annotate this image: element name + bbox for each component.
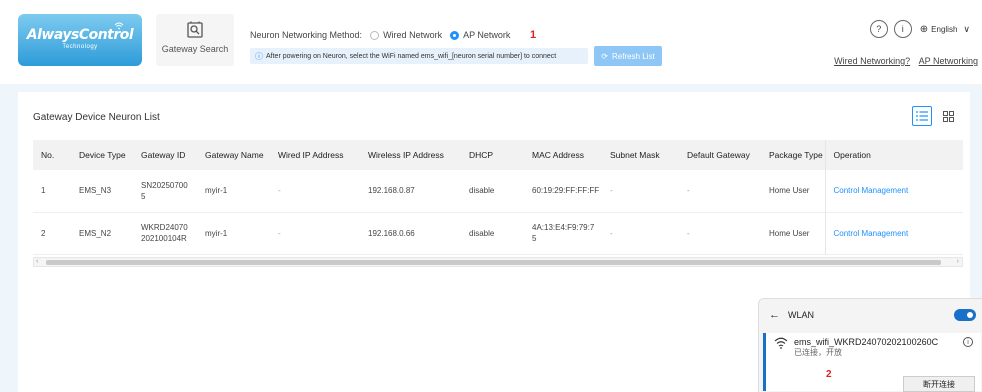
header-icons: ? i ⊕ English ∨ — [869, 20, 970, 38]
radio-ap-dot — [450, 30, 460, 40]
wlan-network-item[interactable]: ems_wifi_WKRD24070202100260C 已连接，开放 i 2 … — [763, 333, 981, 392]
col-default-gateway: Default Gateway — [679, 140, 761, 170]
cell-subnet: - — [602, 212, 679, 255]
view-toggle — [906, 106, 958, 126]
cell-device-type: EMS_N2 — [71, 212, 133, 255]
scroll-left-icon[interactable]: ‹ — [36, 258, 38, 265]
cell-gateway-id: WKRD24070 202100104R — [133, 212, 197, 255]
radio-ap-network[interactable]: AP Network — [450, 30, 510, 40]
col-dhcp: DHCP — [461, 140, 524, 170]
network-info-icon[interactable]: i — [963, 337, 973, 347]
cell-no: 1 — [33, 170, 71, 213]
cell-subnet: - — [602, 170, 679, 213]
scrollbar-thumb[interactable] — [46, 260, 941, 265]
refresh-icon: ⟳ — [601, 51, 608, 61]
list-view-icon[interactable] — [912, 106, 932, 126]
cell-default-gateway: - — [679, 212, 761, 255]
scroll-right-icon[interactable]: › — [957, 258, 959, 265]
col-no: No. — [33, 140, 71, 170]
help-icon[interactable]: ? — [869, 20, 888, 38]
networking-method: Neuron Networking Method: Wired Network … — [250, 30, 510, 40]
cell-operation: Control Management — [824, 212, 963, 255]
device-table: No. Device Type Gateway ID Gateway Name … — [33, 140, 963, 255]
globe-icon: ⊕ — [919, 23, 929, 35]
cell-mac: 60:19:29:FF:FF:FF — [524, 170, 602, 213]
cell-wireless-ip: 192.168.0.87 — [360, 170, 461, 213]
radio-wired-network[interactable]: Wired Network — [370, 30, 442, 40]
col-mac: MAC Address — [524, 140, 602, 170]
table-row: 2 EMS_N2 WKRD24070 202100104R myir-1 - 1… — [33, 212, 963, 255]
col-subnet: Subnet Mask — [602, 140, 679, 170]
cell-package-type: Home User — [761, 170, 825, 213]
info-icon: ⓘ — [255, 51, 263, 61]
cell-dhcp: disable — [461, 170, 524, 213]
wlan-toggle-knob — [967, 312, 973, 318]
col-wired-ip: Wired IP Address — [270, 140, 360, 170]
col-package-type: Package Type — [761, 140, 825, 170]
table-row: 1 EMS_N3 SN20250700 5 myir-1 - 192.168.0… — [33, 170, 963, 213]
cell-operation: Control Management — [824, 170, 963, 213]
cell-gateway-id: SN20250700 5 — [133, 170, 197, 213]
back-arrow-icon[interactable]: ← — [769, 309, 780, 321]
wlan-header: ← WLAN — [769, 309, 814, 321]
grid-view-icon[interactable] — [938, 106, 958, 126]
table-header-row: No. Device Type Gateway ID Gateway Name … — [33, 140, 963, 170]
refresh-list-label: Refresh List — [612, 51, 655, 61]
annotation-marker-2: 2 — [826, 369, 832, 380]
control-management-link[interactable]: Control Management — [834, 229, 909, 238]
chevron-down-icon: ∨ — [963, 23, 970, 34]
col-operation: Operation — [824, 140, 963, 170]
cell-package-type: Home User — [761, 212, 825, 255]
networking-links: Wired Networking? AP Networking — [828, 56, 978, 66]
info-circle-icon[interactable]: i — [893, 20, 912, 38]
cell-gateway-name: myir-1 — [197, 170, 270, 213]
col-gateway-id: Gateway ID — [133, 140, 197, 170]
wlan-status: 已连接，开放 — [794, 348, 842, 357]
gateway-search-label: Gateway Search — [161, 44, 229, 54]
horizontal-scrollbar[interactable]: ‹ › — [33, 257, 963, 267]
wlan-toggle[interactable] — [954, 309, 976, 321]
info-text: After powering on Neuron, select the WiF… — [266, 52, 557, 60]
info-bar: ⓘ After powering on Neuron, select the W… — [250, 48, 588, 64]
cell-no: 2 — [33, 212, 71, 255]
wlan-ssid: ems_wifi_WKRD24070202100260C — [794, 337, 939, 347]
col-wireless-ip: Wireless IP Address — [360, 140, 461, 170]
refresh-list-button[interactable]: ⟳ Refresh List — [594, 46, 662, 66]
disconnect-button[interactable]: 断开连接 — [903, 376, 975, 392]
gateway-search-icon — [187, 21, 203, 38]
gateway-search-button[interactable]: Gateway Search — [156, 14, 234, 66]
language-selector[interactable]: ⊕ English ∨ — [920, 24, 970, 35]
radio-wired-dot — [370, 30, 380, 40]
cell-dhcp: disable — [461, 212, 524, 255]
link-wired-networking[interactable]: Wired Networking? — [834, 56, 910, 66]
control-management-link[interactable]: Control Management — [834, 186, 909, 195]
cell-wired-ip: - — [270, 170, 360, 213]
logo-subtext: Technology — [62, 44, 98, 50]
col-device-type: Device Type — [71, 140, 133, 170]
cell-device-type: EMS_N3 — [71, 170, 133, 213]
cell-wired-ip: - — [270, 212, 360, 255]
cell-wireless-ip: 192.168.0.66 — [360, 212, 461, 255]
cell-gateway-name: myir-1 — [197, 212, 270, 255]
radio-ap-label: AP Network — [463, 30, 511, 40]
cell-default-gateway: - — [679, 170, 761, 213]
networking-method-label: Neuron Networking Method: — [250, 30, 363, 40]
wlan-title: WLAN — [788, 310, 815, 320]
cell-mac: 4A:13:E4:F9:79:7 5 — [524, 212, 602, 255]
list-title: Gateway Device Neuron List — [33, 112, 160, 123]
annotation-marker-1: 1 — [530, 29, 537, 41]
language-label: English — [931, 24, 958, 34]
link-ap-networking[interactable]: AP Networking — [919, 56, 978, 66]
header: AlwaysControl Technology Gateway Search … — [0, 0, 982, 84]
wlan-panel: ← WLAN ems_wifi_WKRD24070202100260C 已连接，… — [758, 298, 982, 392]
logo: AlwaysControl Technology — [18, 14, 142, 66]
wifi-logo-icon — [114, 22, 124, 30]
col-gateway-name: Gateway Name — [197, 140, 270, 170]
radio-wired-label: Wired Network — [383, 30, 443, 40]
wifi-signal-icon — [774, 337, 788, 349]
